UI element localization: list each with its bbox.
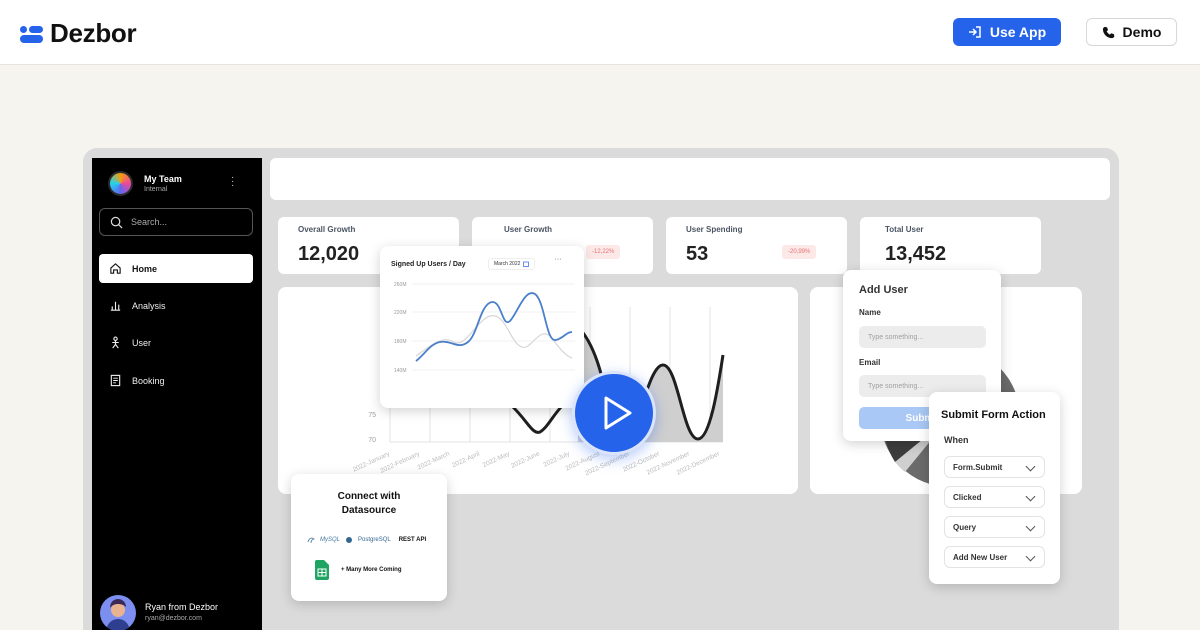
y-tick: 75	[368, 412, 376, 419]
phone-icon	[1102, 26, 1114, 38]
sidebar-item-analysis[interactable]: Analysis	[99, 291, 253, 320]
y-tick: 70	[368, 437, 376, 444]
search-icon	[110, 216, 123, 228]
search-placeholder: Search...	[131, 217, 168, 227]
name-input[interactable]: Type something...	[859, 326, 986, 348]
sidebar-item-home[interactable]: Home	[99, 254, 253, 283]
stat-value: 12,020	[298, 243, 360, 265]
team-avatar[interactable]	[108, 171, 133, 196]
use-app-label: Use App	[989, 24, 1047, 40]
x-tick: 2022-April	[451, 450, 481, 469]
x-tick: 2022-March	[416, 450, 451, 471]
more-vertical-icon[interactable]: · · ·	[231, 173, 234, 191]
signed-up-users-line-chart: 260M 220M 180M 140M	[394, 282, 575, 374]
sidebar-item-label: Home	[132, 263, 158, 274]
datasource-title-line2: Datasource	[341, 505, 397, 516]
option-label: Form.Submit	[953, 462, 1003, 472]
top-navbar: Dezbor Use App Demo	[0, 0, 1200, 65]
avatar-illustration	[106, 599, 130, 630]
when-label: When	[944, 435, 969, 445]
trigger-select-query[interactable]: Query	[944, 516, 1045, 538]
trigger-select-form-submit[interactable]: Form.Submit	[944, 456, 1045, 478]
name-placeholder: Type something...	[868, 333, 924, 341]
email-label: Email	[859, 358, 881, 367]
option-label: Clicked	[953, 492, 982, 502]
datasource-card: Connect with Datasource MySQL PostgreSQL…	[291, 474, 447, 601]
option-label: Query	[953, 522, 977, 532]
x-tick: 2022-May	[482, 450, 512, 469]
main-header	[270, 158, 1110, 200]
demo-label: Demo	[1122, 24, 1162, 40]
user-name: Ryan from Dezbor	[145, 602, 219, 612]
team-name: My Team	[144, 174, 182, 184]
y-tick: 140M	[394, 368, 407, 374]
rest-api-label: REST API	[398, 537, 427, 543]
stat-value: 13,452	[885, 243, 947, 265]
team-subtitle: Internal	[144, 186, 168, 193]
user-icon	[112, 336, 119, 349]
y-tick: 260M	[394, 282, 407, 288]
stat-label: User Growth	[504, 225, 553, 234]
stat-label: User Spending	[686, 225, 743, 234]
sidebar-item-booking[interactable]: Booking	[99, 366, 253, 395]
stat-card-user-spending: User Spending 53 -20,99%	[666, 217, 847, 274]
sidebar-item-user[interactable]: User	[99, 328, 253, 357]
sidebar-item-label: Analysis	[132, 300, 166, 311]
use-app-button[interactable]: Use App	[953, 18, 1061, 46]
mysql-dolphin-icon	[307, 537, 315, 544]
home-icon	[110, 263, 121, 274]
google-sheets-icon	[315, 560, 329, 580]
signed-up-users-card: Signed Up Users / Day March 2022 ··· 260…	[380, 246, 584, 408]
sidebar-item-label: Booking	[132, 375, 165, 386]
chevron-down-icon	[1025, 521, 1036, 532]
play-video-button[interactable]	[572, 371, 656, 455]
book-icon	[110, 374, 121, 387]
logo[interactable]: Dezbor	[20, 18, 137, 49]
sidebar-item-label: User	[132, 337, 152, 348]
submit-form-action-card: Submit Form Action When Form.Submit Clic…	[929, 392, 1060, 584]
trigger-select-add-new-user[interactable]: Add New User	[944, 546, 1045, 568]
datasource-title-line1: Connect with	[337, 491, 401, 502]
y-tick: 180M	[394, 339, 407, 345]
more-coming-label: + Many More Coming	[341, 567, 402, 573]
stat-label: Total User	[885, 225, 924, 234]
dezbor-logo-icon	[20, 23, 44, 45]
sign-in-icon	[968, 26, 981, 38]
user-email: ryan@dezbor.com	[145, 615, 202, 622]
play-icon	[604, 396, 632, 430]
stat-card-total-user: Total User 13,452	[860, 217, 1041, 274]
y-tick: 220M	[394, 310, 407, 316]
email-placeholder: Type something...	[868, 382, 924, 390]
postgresql-elephant-icon	[346, 537, 353, 543]
avatar[interactable]	[100, 595, 136, 630]
chevron-down-icon	[1025, 551, 1036, 562]
brand-name: Dezbor	[50, 18, 137, 48]
stat-value: 53	[686, 243, 709, 265]
status-badge: -20,99%	[782, 245, 817, 259]
chevron-down-icon	[1025, 491, 1036, 502]
option-label: Add New User	[953, 552, 1008, 562]
name-label: Name	[859, 308, 881, 317]
x-tick: 2022-June	[510, 450, 541, 469]
mysql-logo: MySQL	[320, 537, 341, 543]
demo-button[interactable]: Demo	[1086, 18, 1177, 46]
trigger-select-clicked[interactable]: Clicked	[944, 486, 1045, 508]
bar-chart-icon	[110, 301, 121, 311]
chevron-down-icon	[1025, 461, 1036, 472]
status-badge: -12,22%	[586, 245, 621, 259]
stat-label: Overall Growth	[298, 225, 356, 234]
search-input[interactable]: Search...	[99, 208, 253, 236]
add-user-title: Add User	[859, 284, 908, 296]
form-action-title: Submit Form Action	[941, 409, 1046, 421]
postgresql-logo: PostgreSQL	[358, 537, 391, 543]
